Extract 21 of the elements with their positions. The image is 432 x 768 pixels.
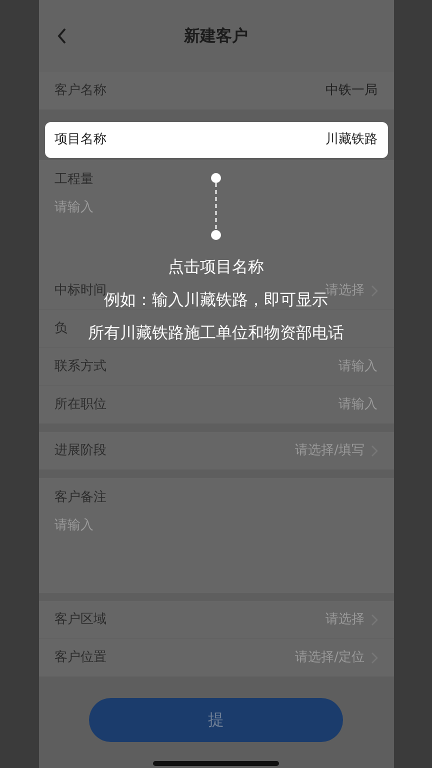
field-label: 客户备注 <box>54 489 106 507</box>
field-label: 客户名称 <box>54 82 106 100</box>
field-value: 川藏铁路 <box>326 131 378 150</box>
field-label: 工程量 <box>54 171 94 189</box>
field-label: 客户位置 <box>54 648 106 667</box>
field-label: 客户区域 <box>54 610 106 629</box>
field-label: 负 <box>54 320 68 338</box>
submit-button[interactable]: 提 <box>89 698 343 742</box>
guide-text: 例如：输入川藏铁路，即可显示 <box>104 290 328 311</box>
field-label: 联系方式 <box>54 358 106 376</box>
field-label: 中标时间 <box>54 282 106 298</box>
guide-text: 所有川藏铁路施工单位和物资部电话 <box>88 322 344 344</box>
field-label: 所在职位 <box>54 396 106 414</box>
field-label: 进展阶段 <box>54 442 106 460</box>
guide-title: 点击项目名称 <box>168 256 264 278</box>
page-title: 新建客户 <box>184 25 248 47</box>
pointer-line <box>210 172 222 242</box>
back-icon[interactable] <box>56 28 66 44</box>
field-label: 项目名称 <box>54 131 106 150</box>
field-value: 中铁一局 <box>326 82 378 100</box>
project-name-field[interactable]: 项目名称 川藏铁路 <box>44 122 388 158</box>
